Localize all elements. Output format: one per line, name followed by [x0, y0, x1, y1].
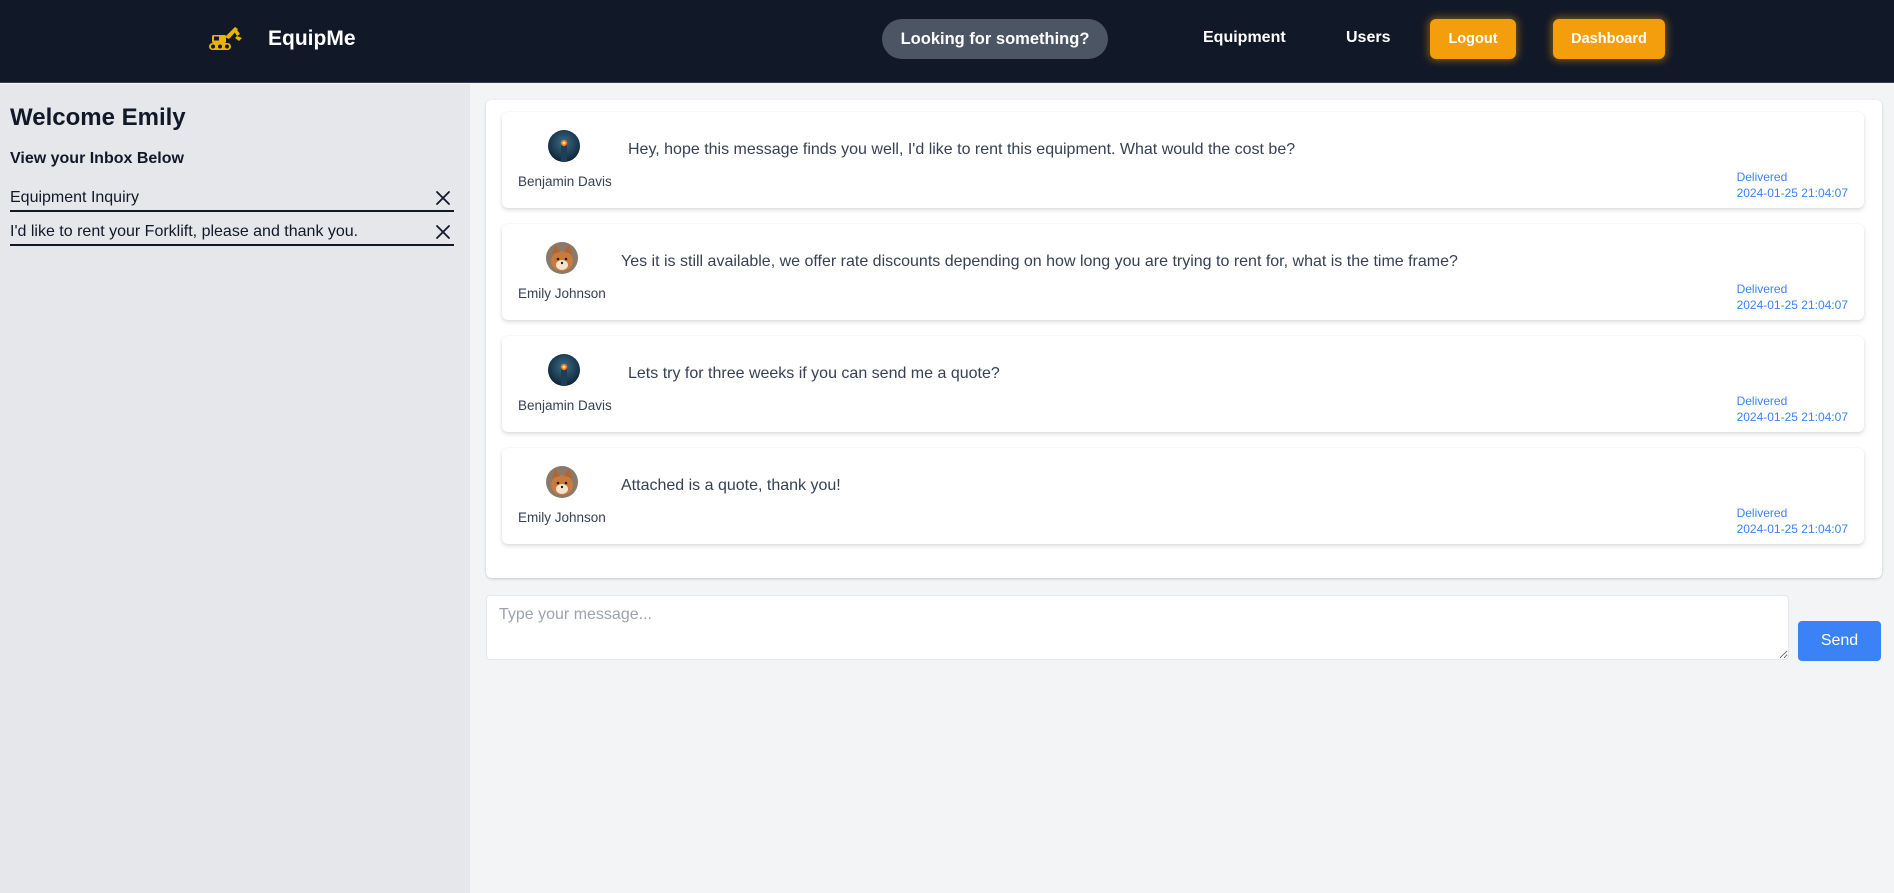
delivery-status: Delivered [1736, 506, 1788, 520]
top-navbar: EquipMe Looking for something? Equipment… [0, 0, 1894, 83]
brand[interactable]: EquipMe [206, 22, 356, 56]
brand-name: EquipMe [268, 27, 356, 50]
close-icon[interactable] [435, 224, 451, 240]
message-timestamp: 2024-01-25 21:04:07 [1736, 298, 1848, 312]
message-text: Attached is a quote, thank you! [621, 477, 841, 494]
message-input[interactable] [486, 595, 1789, 660]
message-thread: Hey, hope this message finds you well, I… [486, 100, 1882, 578]
message-card: Yes it is still available, we offer rate… [502, 224, 1864, 320]
nav-equipment-link[interactable]: Equipment [1203, 29, 1286, 47]
dashboard-button[interactable]: Dashboard [1553, 19, 1665, 59]
avatar-benjamin [548, 130, 580, 162]
message-timestamp: 2024-01-25 21:04:07 [1736, 186, 1848, 200]
message-timestamp: 2024-01-25 21:04:07 [1736, 410, 1848, 424]
nav-users-link[interactable]: Users [1346, 29, 1390, 47]
delivery-status: Delivered [1736, 170, 1788, 184]
message-card: Attached is a quote, thank you! Emily Jo… [502, 448, 1864, 544]
inbox-item[interactable]: Equipment Inquiry [10, 188, 454, 212]
message-sender: Emily Johnson [518, 510, 606, 525]
message-text: Yes it is still available, we offer rate… [621, 253, 1458, 270]
message-timestamp: 2024-01-25 21:04:07 [1736, 522, 1848, 536]
message-text: Hey, hope this message finds you well, I… [628, 141, 1296, 158]
inbox-sidebar: Welcome Emily View your Inbox Below Equi… [0, 84, 470, 893]
inbox-subtitle: View your Inbox Below [10, 150, 184, 167]
inbox-item[interactable]: I'd like to rent your Forklift, please a… [10, 222, 454, 246]
message-status: Delivered 2024-01-25 21:04:07 [1737, 169, 1848, 201]
message-sender: Benjamin Davis [518, 398, 612, 413]
send-button[interactable]: Send [1798, 621, 1881, 661]
message-sender: Benjamin Davis [518, 174, 612, 189]
message-text: Lets try for three weeks if you can send… [628, 365, 1000, 382]
message-card: Hey, hope this message finds you well, I… [502, 112, 1864, 208]
message-sender: Emily Johnson [518, 286, 606, 301]
delivery-status: Delivered [1736, 282, 1788, 296]
close-icon[interactable] [435, 190, 451, 206]
avatar-emily [546, 242, 578, 274]
excavator-icon [209, 27, 242, 50]
search-button[interactable]: Looking for something? [882, 19, 1108, 59]
message-status: Delivered 2024-01-25 21:04:07 [1737, 505, 1848, 537]
delivery-status: Delivered [1736, 394, 1788, 408]
logout-button[interactable]: Logout [1430, 19, 1516, 59]
avatar-emily [546, 466, 578, 498]
message-card: Lets try for three weeks if you can send… [502, 336, 1864, 432]
message-status: Delivered 2024-01-25 21:04:07 [1737, 281, 1848, 313]
message-status: Delivered 2024-01-25 21:04:07 [1737, 393, 1848, 425]
inbox-item-label: I'd like to rent your Forklift, please a… [10, 223, 359, 240]
inbox-item-label: Equipment Inquiry [10, 189, 139, 206]
welcome-heading: Welcome Emily [10, 104, 186, 131]
avatar-benjamin [548, 354, 580, 386]
